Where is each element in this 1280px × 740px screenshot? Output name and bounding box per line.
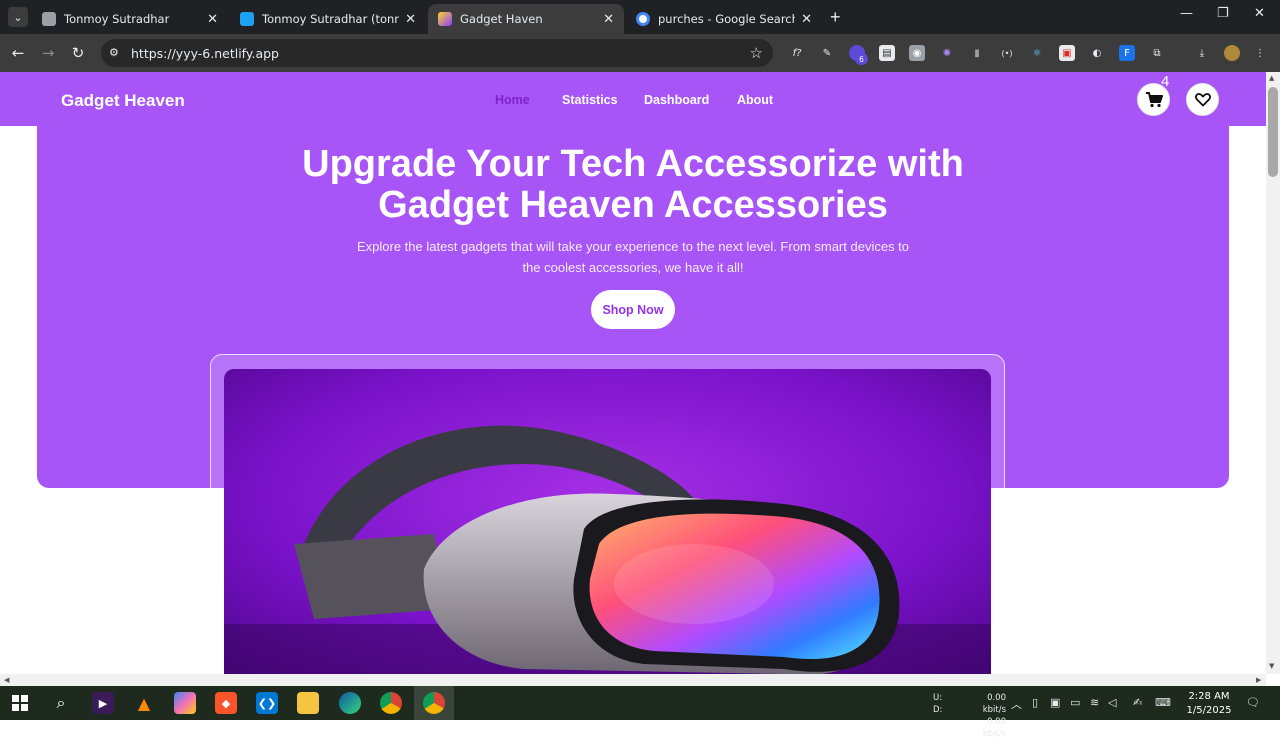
shop-now-button[interactable]: Shop Now — [591, 290, 675, 329]
clock-date: 1/5/2025 — [1186, 705, 1232, 716]
page-favicon-icon — [42, 12, 56, 26]
close-icon[interactable]: ✕ — [603, 12, 614, 27]
hero-title: Upgrade Your Tech Accessorize with Gadge… — [0, 144, 1266, 226]
reload-icon[interactable]: ↻ — [68, 43, 88, 63]
back-icon[interactable]: ← — [8, 43, 28, 63]
camera-extension-icon[interactable]: ◉ — [909, 45, 925, 61]
vite-favicon-icon — [438, 12, 452, 26]
hero-subtitle-line: Explore the latest gadgets that will tak… — [356, 239, 910, 254]
minimize-icon[interactable]: — — [1180, 6, 1193, 21]
profile-avatar[interactable] — [1224, 45, 1240, 61]
file-explorer-icon[interactable] — [297, 692, 319, 714]
page-viewport: Gadget Heaven Home Statistics Dashboard … — [0, 72, 1266, 674]
eye-extension-icon[interactable]: ◐ — [1089, 45, 1105, 61]
extension-badge: 6 — [855, 53, 868, 65]
tray-chevron-icon[interactable]: ︿ — [1011, 696, 1022, 712]
close-icon[interactable]: ✕ — [801, 12, 812, 27]
heart-icon — [1194, 93, 1211, 107]
ibb-favicon-icon — [240, 12, 254, 26]
cart-count-badge: 4 — [1161, 73, 1170, 90]
keyboard-icon[interactable]: ⌨ — [1155, 696, 1171, 709]
react-devtools-icon[interactable]: ⚛ — [1029, 45, 1045, 61]
download-label: D: — [933, 705, 943, 715]
forward-icon[interactable]: → — [38, 43, 58, 63]
hero-subtitle: Explore the latest gadgets that will tak… — [353, 236, 913, 278]
fi-extension-icon[interactable]: F — [1119, 45, 1135, 61]
tray-monitor-icon[interactable]: ▣ — [1050, 696, 1060, 709]
maximize-icon[interactable]: ❐ — [1217, 6, 1229, 21]
windows-start-icon[interactable] — [9, 692, 31, 714]
scroll-right-arrow-icon[interactable]: ▶ — [1256, 676, 1261, 684]
cart-icon — [1145, 91, 1163, 107]
vr-headset-banner-image — [224, 369, 991, 674]
browser-tab[interactable]: purches - Google Search ✕ — [626, 4, 822, 34]
pen-icon[interactable]: ✍ — [1133, 696, 1142, 709]
volume-icon[interactable]: ◁ — [1108, 696, 1116, 709]
tab-title: Tonmoy Sutradhar (tonmoy-sut — [262, 12, 399, 26]
bookmark-star-icon[interactable]: ☆ — [750, 44, 763, 62]
eyedropper-extension-icon[interactable]: ✎ — [819, 45, 835, 61]
close-window-icon[interactable]: ✕ — [1254, 6, 1265, 21]
calendar-extension-icon[interactable]: ▣ — [1059, 45, 1075, 61]
nav-dashboard-link[interactable]: Dashboard — [644, 93, 709, 107]
browser-menu-icon[interactable]: ⋮ — [1252, 45, 1268, 61]
close-icon[interactable]: ✕ — [405, 12, 416, 27]
horizontal-scrollbar[interactable] — [0, 674, 1266, 686]
copilot-app-icon[interactable] — [174, 692, 196, 714]
network-labels: U: D: — [933, 692, 942, 716]
notes-extension-icon[interactable]: ▤ — [879, 45, 895, 61]
bottle-extension-icon[interactable]: ▮ — [969, 45, 985, 61]
close-icon[interactable]: ✕ — [207, 12, 218, 27]
notification-icon[interactable]: 🗨 — [1246, 696, 1260, 709]
url-text[interactable]: https://yyy-6.netlify.app — [131, 46, 279, 61]
tab-title: Tonmoy Sutradhar — [64, 12, 170, 26]
new-tab-button[interactable]: + — [830, 7, 841, 28]
browser-tab-strip: ⌄ Tonmoy Sutradhar ✕ Tonmoy Sutradhar (t… — [0, 0, 1280, 34]
vlc-app-icon[interactable]: ▲ — [133, 692, 155, 714]
browser-tab[interactable]: Tonmoy Sutradhar ✕ — [32, 4, 228, 34]
premiere-app-icon[interactable]: ▶ — [92, 692, 114, 714]
tab-search-button[interactable]: ⌄ — [8, 7, 28, 27]
tray-device-icon[interactable]: ▯ — [1032, 696, 1038, 709]
tab-title: Gadget Haven — [460, 12, 543, 26]
gear-extension-icon[interactable]: ✺ — [939, 45, 955, 61]
wifi-icon[interactable]: ≋ — [1090, 696, 1099, 709]
scroll-left-arrow-icon[interactable]: ◀ — [4, 676, 9, 684]
extensions-puzzle-icon[interactable]: ⧉ — [1149, 45, 1165, 61]
scroll-down-arrow-icon[interactable]: ▼ — [1269, 662, 1274, 670]
google-favicon-icon — [636, 12, 650, 26]
vscode-app-icon[interactable]: ❮❯ — [256, 692, 278, 714]
system-clock[interactable]: 2:28 AM 1/5/2025 — [1186, 690, 1232, 718]
address-bar[interactable]: ⚙ https://yyy-6.netlify.app ☆ — [101, 39, 773, 67]
upload-speed: 0.00 kbit/s — [982, 693, 1006, 715]
chrome-app-icon[interactable] — [380, 692, 402, 714]
wishlist-button[interactable] — [1186, 83, 1219, 116]
hero-subtitle-line: the coolest accessories, we have it all! — [522, 260, 744, 275]
browser-tab[interactable]: Tonmoy Sutradhar (tonmoy-sut ✕ — [230, 4, 426, 34]
brave-app-icon[interactable]: ◆ — [215, 692, 237, 714]
hero-title-line: Upgrade Your Tech Accessorize with — [302, 143, 964, 185]
tab-title: purches - Google Search — [658, 12, 796, 26]
clock-time: 2:28 AM — [1188, 691, 1230, 702]
upload-label: U: — [933, 693, 943, 703]
scrollbar-thumb[interactable] — [1268, 87, 1278, 177]
browser-toolbar: ← → ↻ ⚙ https://yyy-6.netlify.app ☆ f? ✎… — [0, 34, 1280, 72]
network-speed: 0.00 kbit/s 0.00 kbit/s — [964, 692, 1006, 740]
nav-statistics-link[interactable]: Statistics — [562, 93, 618, 107]
site-info-icon[interactable]: ⚙ — [109, 46, 123, 60]
download-icon[interactable]: ⤓ — [1194, 45, 1210, 61]
wave-extension-icon[interactable]: (•) — [999, 45, 1015, 61]
font-extension-icon[interactable]: f? — [789, 45, 805, 61]
hero-title-line: Gadget Heaven Accessories — [378, 184, 888, 226]
chrome-active-app-icon[interactable] — [423, 692, 445, 714]
edge-app-icon[interactable] — [339, 692, 361, 714]
search-icon[interactable]: ⌕ — [50, 692, 72, 714]
nav-home-link[interactable]: Home — [495, 93, 530, 107]
nav-about-link[interactable]: About — [737, 93, 773, 107]
browser-tab-active[interactable]: Gadget Haven ✕ — [428, 4, 624, 34]
site-navbar: Gadget Heaven Home Statistics Dashboard … — [0, 72, 1266, 126]
scroll-up-arrow-icon[interactable]: ▲ — [1269, 74, 1274, 82]
battery-icon[interactable]: ▭ — [1070, 696, 1080, 709]
site-logo[interactable]: Gadget Heaven — [61, 91, 185, 111]
